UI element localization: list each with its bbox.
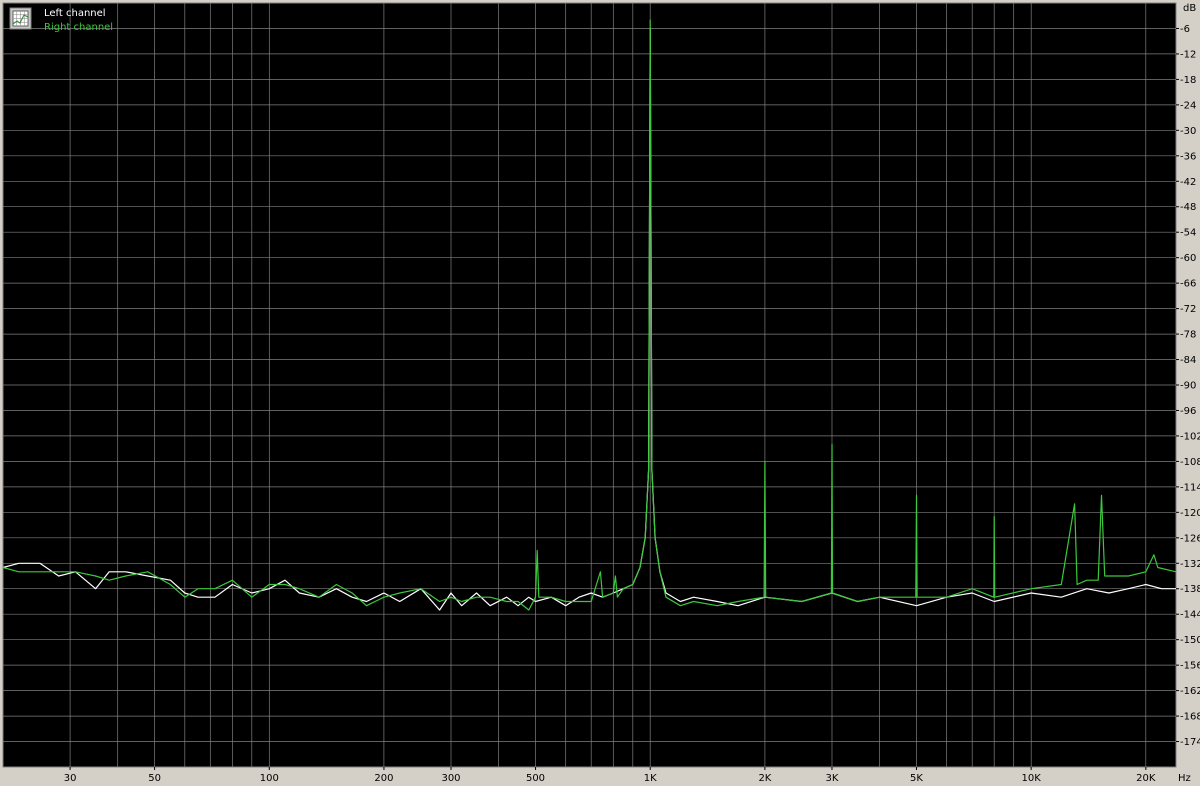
y-tick-label: -24	[1180, 100, 1196, 111]
y-tick-label: -42	[1180, 177, 1196, 188]
spectrum-chart: -6 -12 -18 -24 -30 -36 -42 -48 -54 -60 -66 -72 -78 -8…	[0, 0, 1200, 786]
y-tick-label: -78	[1180, 330, 1196, 341]
x-tick-label: 3K	[826, 773, 839, 784]
y-tick-label: -54	[1180, 228, 1196, 239]
legend-right-channel: Right channel	[44, 22, 113, 33]
y-tick-label: -84	[1180, 355, 1196, 366]
y-tick-label: -120	[1180, 508, 1200, 519]
x-tick-label: 30	[64, 773, 77, 784]
y-tick-label: -162	[1180, 686, 1200, 697]
legend-grid-icon[interactable]	[9, 7, 32, 30]
y-tick-label: -12	[1180, 49, 1196, 60]
x-tick-label: 50	[148, 773, 161, 784]
y-tick-label: -144	[1180, 610, 1200, 621]
x-tick-label: 5K	[910, 773, 923, 784]
y-tick-label: -18	[1180, 75, 1196, 86]
y-tick-label: -138	[1180, 584, 1200, 595]
y-tick-label: -150	[1180, 635, 1200, 646]
y-tick-label: -108	[1180, 457, 1200, 468]
y-tick-label: -48	[1180, 202, 1196, 213]
y-tick-label: -174	[1180, 737, 1200, 748]
y-tick-label: -102	[1180, 431, 1200, 442]
y-tick-label: -168	[1180, 712, 1200, 723]
x-tick-label: 100	[260, 773, 279, 784]
y-tick-label: -72	[1180, 304, 1196, 315]
y-tick-label: -96	[1180, 406, 1196, 417]
x-tick-label: 1K	[644, 773, 657, 784]
y-tick-label: -90	[1180, 381, 1196, 392]
y-unit-label: dB	[1183, 3, 1196, 14]
x-tick-label: 20K	[1136, 773, 1156, 784]
x-tick-label: 500	[526, 773, 545, 784]
x-tick-label: 300	[441, 773, 460, 784]
x-tick-label: 2K	[758, 773, 771, 784]
y-tick-label: -126	[1180, 533, 1200, 544]
y-tick-label: -6	[1180, 24, 1190, 35]
x-tick-label: 10K	[1022, 773, 1042, 784]
x-unit-label: Hz	[1178, 773, 1191, 784]
legend-left-channel: Left channel	[44, 8, 106, 19]
y-tick-label: -36	[1180, 151, 1196, 162]
y-tick-label: -60	[1180, 253, 1196, 264]
y-tick-label: -66	[1180, 279, 1196, 290]
y-tick-label: -156	[1180, 661, 1200, 672]
y-tick-label: -114	[1180, 482, 1200, 493]
x-tick-label: 200	[374, 773, 393, 784]
y-tick-label: -132	[1180, 559, 1200, 570]
y-tick-label: -30	[1180, 126, 1196, 137]
